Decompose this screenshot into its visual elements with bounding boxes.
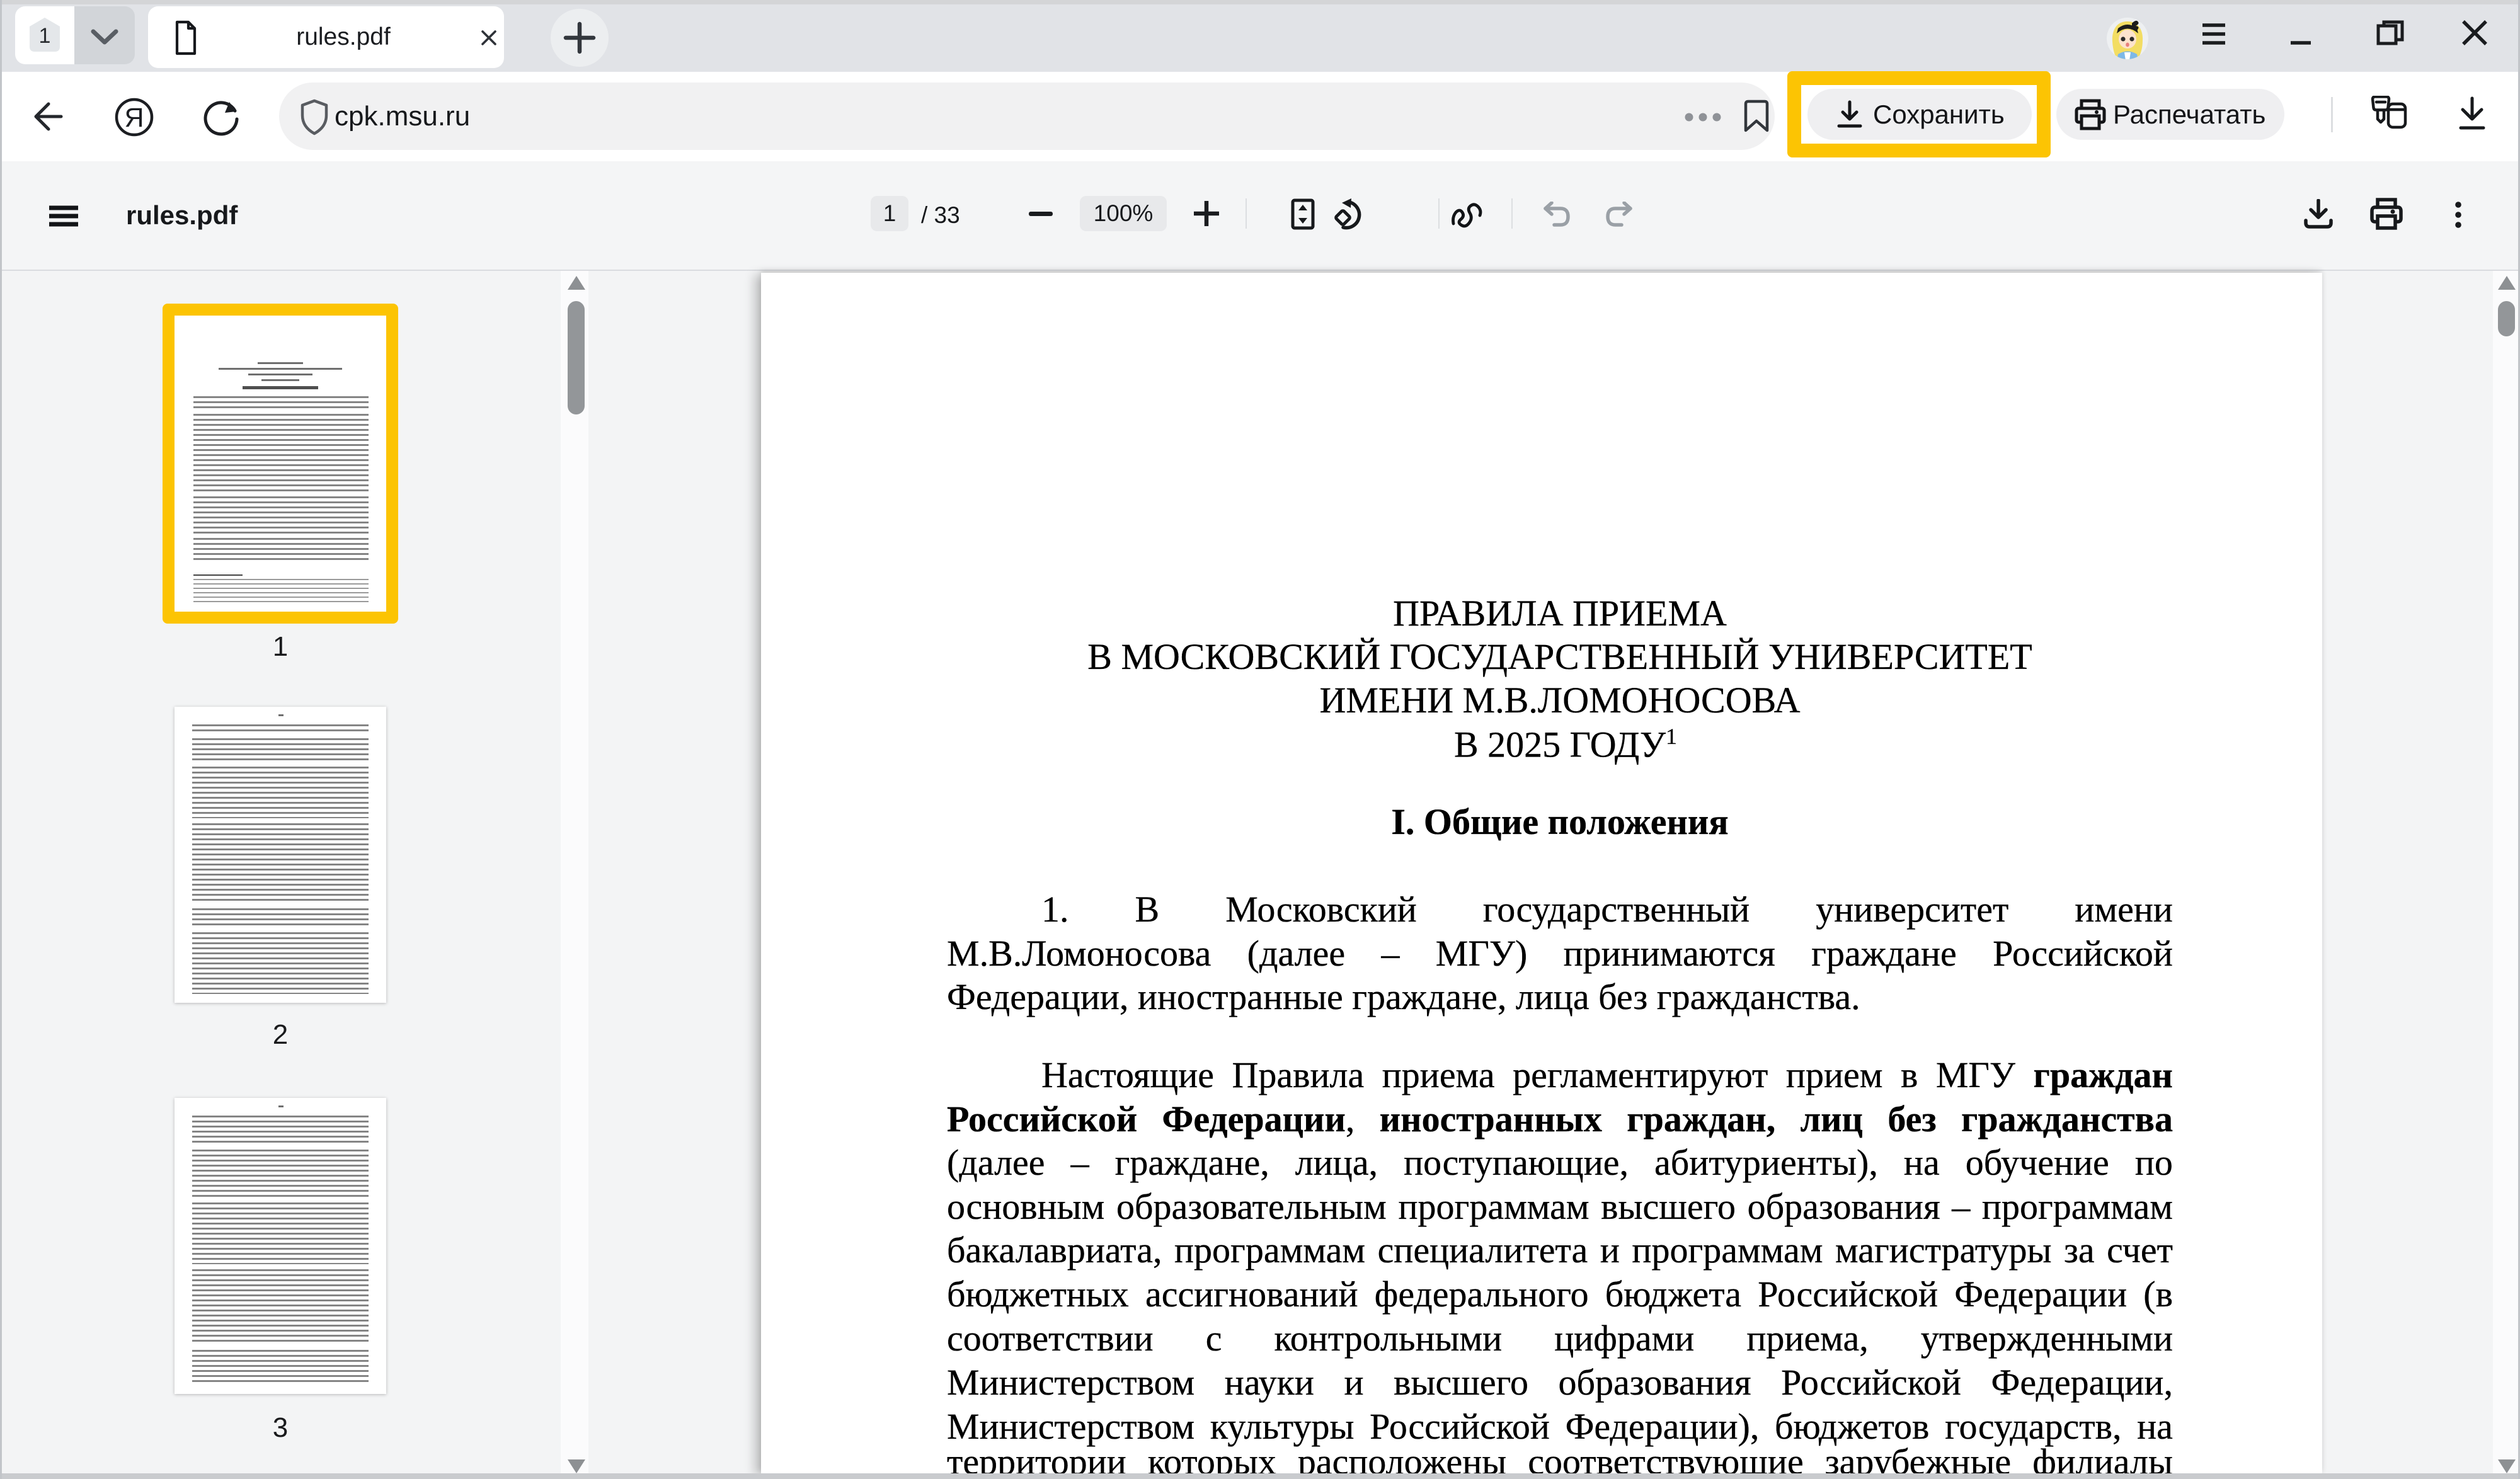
svg-text:Я: Я [124,103,144,133]
svg-text:1: 1 [39,24,51,48]
